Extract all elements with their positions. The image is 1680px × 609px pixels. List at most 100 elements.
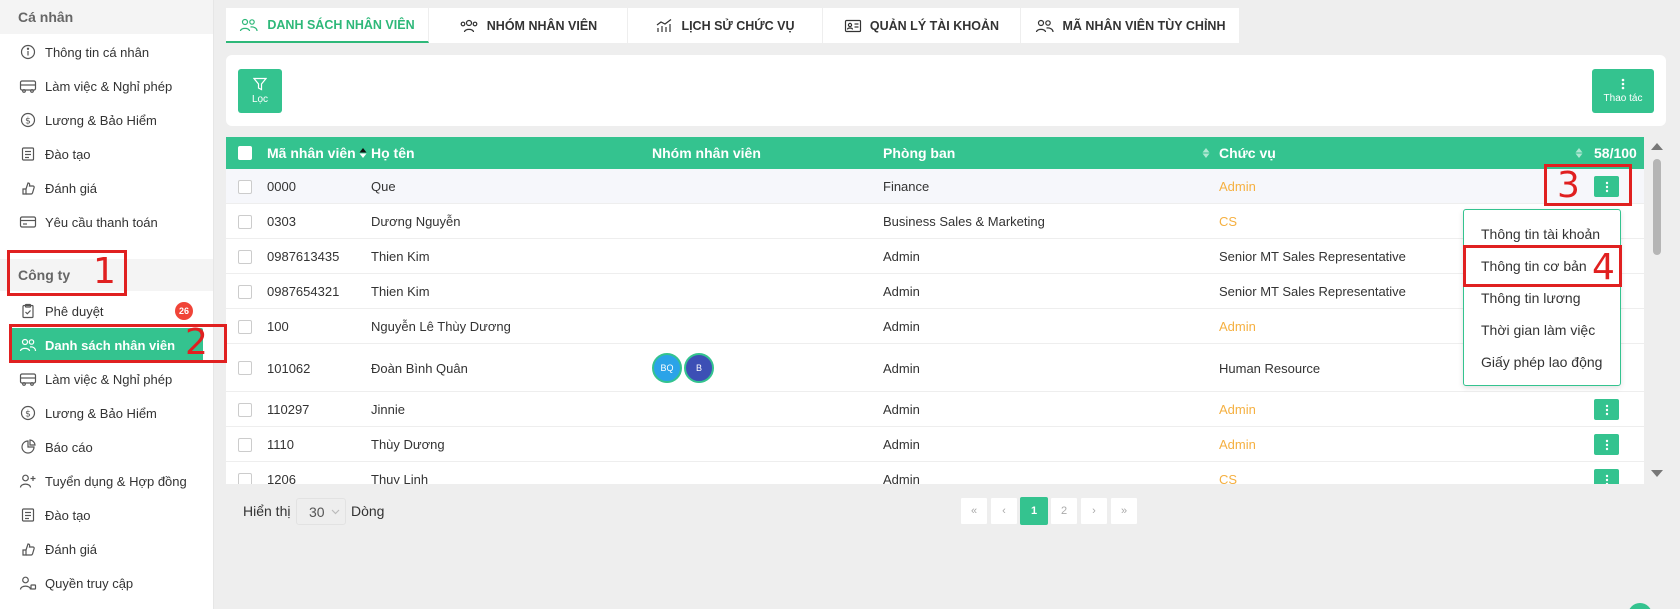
pie-chart-icon [18, 437, 38, 457]
row-checkbox[interactable] [238, 284, 252, 299]
per-page-select[interactable]: 30 [296, 498, 346, 525]
header-code[interactable]: Mã nhân viên [267, 137, 367, 169]
user-key-icon [18, 573, 38, 593]
sidebar-item-personal-info[interactable]: Thông tin cá nhân [0, 35, 213, 69]
filter-icon [252, 77, 268, 94]
row-menu-button[interactable] [1594, 399, 1619, 420]
cell-name: Thien Kim [371, 284, 430, 299]
sidebar-item-approval[interactable]: Phê duyệt 26 [0, 294, 213, 328]
filter-label: Lọc [251, 94, 269, 105]
select-all-checkbox[interactable] [238, 146, 252, 160]
row-menu-button[interactable] [1594, 434, 1619, 455]
table-row[interactable]: 0000 Que Finance Admin [226, 169, 1644, 204]
header-code-label: Mã nhân viên [267, 145, 356, 161]
sidebar-item-salary-insurance[interactable]: $ Lương & Bảo Hiểm [0, 103, 213, 137]
sidebar-item-recruitment[interactable]: Tuyển dụng & Hợp đồng [0, 464, 213, 498]
table-row[interactable]: 110297 Jinnie Admin Admin [226, 392, 1644, 427]
header-dept[interactable]: Phòng ban [883, 137, 955, 169]
page-2-button[interactable]: 2 [1050, 497, 1078, 525]
prev-page-button[interactable]: ‹ [990, 497, 1018, 525]
row-checkbox[interactable] [238, 361, 252, 375]
sidebar-item-payment-request[interactable]: Yêu cầu thanh toán [0, 205, 213, 239]
cell-dept: Admin [883, 437, 920, 452]
header-name[interactable]: Họ tên [371, 137, 415, 169]
cell-dept: Admin [883, 319, 920, 334]
filter-button[interactable]: Lọc [238, 69, 282, 113]
table-row[interactable]: 100 Nguyễn Lê Thùy Dương Admin Admin [226, 309, 1644, 344]
first-page-button[interactable]: « [960, 497, 988, 525]
row-checkbox[interactable] [238, 402, 252, 417]
menu-item-account-info[interactable]: Thông tin tài khoản [1464, 218, 1620, 250]
sidebar-item-label: Đánh giá [45, 541, 98, 557]
sidebar-item-training[interactable]: Đào tạo [0, 137, 213, 171]
next-page-button[interactable]: › [1080, 497, 1108, 525]
dollar-circle-icon: $ [18, 110, 38, 130]
table-row[interactable]: 0303 Dương Nguyễn Business Sales & Marketi… [226, 204, 1644, 239]
table-row[interactable]: 101062 Đoàn Bình Quân BQ B Admin Human Resour… [226, 344, 1644, 392]
table-scrollbar[interactable] [1650, 139, 1664, 481]
row-checkbox[interactable] [238, 249, 252, 264]
row-checkbox-cell [238, 239, 252, 274]
row-menu-button[interactable] [1594, 176, 1619, 197]
section-header-personal: Cá nhân [0, 0, 213, 34]
sidebar-item-company-review[interactable]: Đánh giá [0, 532, 213, 566]
tab-employee-list[interactable]: DANH SÁCH NHÂN VIÊN [226, 8, 429, 43]
annotation-number-1: 1 [93, 251, 116, 292]
actions-button[interactable]: Thao tác [1592, 69, 1654, 113]
sidebar-item-work-leave[interactable]: Làm việc & Nghỉ phép [0, 69, 213, 103]
table-row[interactable]: 0987613435 Thien Kim Admin Senior MT Sales … [226, 239, 1644, 274]
scroll-up-icon[interactable] [1651, 143, 1663, 150]
table-row[interactable]: 1206 Thuy Linh Admin CS [226, 462, 1644, 484]
sidebar-item-company-salary[interactable]: $ Lương & Bảo Hiểm [0, 396, 213, 430]
cell-dept: Admin [883, 249, 920, 264]
tab-account-management[interactable]: QUẢN LÝ TÀI KHOẢN [823, 8, 1021, 43]
avatar[interactable]: BQ [652, 353, 682, 383]
group-avatars: BQ B [652, 344, 716, 392]
row-checkbox[interactable] [238, 214, 252, 229]
sort-icon[interactable] [1202, 137, 1210, 169]
row-checkbox[interactable] [238, 472, 252, 484]
training-icon [18, 144, 38, 164]
tab-position-history[interactable]: LỊCH SỬ CHỨC VỤ [628, 8, 823, 43]
scroll-thumb[interactable] [1653, 159, 1661, 255]
page-1-button[interactable]: 1 [1020, 497, 1048, 525]
scroll-down-icon[interactable] [1651, 470, 1663, 477]
row-action-cell [1594, 462, 1619, 484]
select-all-cell [238, 137, 252, 169]
cell-code: 0987654321 [267, 284, 340, 299]
dollar-circle-icon: $ [18, 403, 38, 423]
menu-item-work-permit[interactable]: Giấy phép lao động [1464, 346, 1620, 378]
row-checkbox-cell [238, 204, 252, 239]
menu-item-working-time[interactable]: Thời gian làm việc [1464, 314, 1620, 346]
table-row[interactable]: 1110 Thùy Dương Admin Admin [226, 427, 1644, 462]
chat-widget[interactable] [1628, 603, 1652, 609]
id-card-icon [844, 18, 862, 34]
users-icon [1035, 18, 1055, 34]
row-checkbox[interactable] [238, 319, 252, 334]
sidebar-item-reports[interactable]: Báo cáo [0, 430, 213, 464]
sidebar-item-label: Đánh giá [45, 180, 98, 196]
sidebar-item-company-training[interactable]: Đào tạo [0, 498, 213, 532]
more-vertical-icon [1605, 181, 1608, 192]
table-row[interactable]: 0987654321 Thien Kim Admin Senior MT Sales … [226, 274, 1644, 309]
header-position[interactable]: Chức vụ [1219, 137, 1276, 169]
sidebar-item-access-rights[interactable]: Quyền truy cập [0, 566, 213, 600]
tab-custom-employee-code[interactable]: MÃ NHÂN VIÊN TÙY CHỈNH [1021, 8, 1240, 43]
row-checkbox-cell [238, 462, 252, 484]
sidebar-item-label: Thông tin cá nhân [45, 44, 150, 60]
tab-employee-groups[interactable]: NHÓM NHÂN VIÊN [429, 8, 628, 43]
annotation-number-4: 4 [1592, 247, 1615, 288]
row-menu-button[interactable] [1594, 469, 1619, 484]
sidebar-item-review[interactable]: Đánh giá [0, 171, 213, 205]
header-group[interactable]: Nhóm nhân viên [652, 137, 761, 169]
row-action-cell [1594, 427, 1619, 462]
sidebar-item-company-work-leave[interactable]: Làm việc & Nghỉ phép [0, 362, 213, 396]
row-checkbox[interactable] [238, 179, 252, 194]
avatar[interactable]: B [684, 353, 714, 383]
users-icon [239, 17, 259, 33]
cell-code: 101062 [267, 360, 311, 376]
last-page-button[interactable]: » [1110, 497, 1138, 525]
sidebar-item-employee-list[interactable]: Danh sách nhân viên [10, 328, 203, 362]
more-vertical-icon [1621, 78, 1625, 93]
row-checkbox[interactable] [238, 437, 252, 452]
